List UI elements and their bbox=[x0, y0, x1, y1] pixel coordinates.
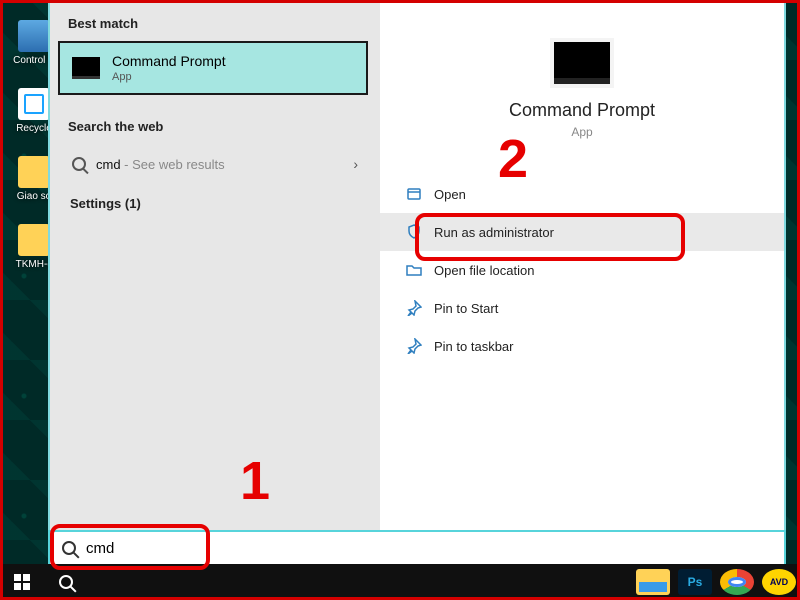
folder-1-icon bbox=[18, 156, 50, 188]
best-match-title: Command Prompt bbox=[112, 53, 226, 69]
search-icon bbox=[59, 575, 73, 589]
web-result-row[interactable]: cmd - See web results › bbox=[64, 146, 366, 182]
action-openloc[interactable]: Open file location bbox=[380, 251, 784, 289]
taskbar: Ps AVD bbox=[0, 564, 800, 600]
desktop-icon-label: Recycle bbox=[16, 123, 52, 134]
preview-title: Command Prompt bbox=[380, 100, 784, 121]
open-icon bbox=[406, 186, 422, 202]
action-label: Pin to taskbar bbox=[434, 339, 514, 354]
settings-group-row[interactable]: Settings (1) bbox=[68, 188, 362, 219]
action-pintaskbar[interactable]: Pin to taskbar bbox=[380, 327, 784, 365]
web-result-term: cmd bbox=[96, 157, 121, 172]
search-icon bbox=[62, 541, 76, 555]
search-results-column: Best match Command Prompt App Search the… bbox=[50, 2, 380, 540]
pin-icon bbox=[406, 338, 422, 354]
taskbar-search-button[interactable] bbox=[44, 564, 88, 600]
action-label: Open file location bbox=[434, 263, 534, 278]
chevron-right-icon: › bbox=[353, 156, 358, 172]
start-button[interactable] bbox=[0, 564, 44, 600]
pin-icon bbox=[406, 300, 422, 316]
folder-icon bbox=[406, 262, 422, 278]
desktop-icon-label: Giao so bbox=[17, 191, 51, 202]
preview-action-list: Open Run as administrator Open file locati… bbox=[380, 175, 784, 365]
recycle-bin-icon bbox=[18, 88, 50, 120]
best-match-subtitle: App bbox=[112, 71, 226, 83]
shield-icon bbox=[406, 224, 422, 240]
best-match-text: Command Prompt App bbox=[112, 53, 226, 83]
settings-group-label: Settings (1) bbox=[70, 196, 141, 211]
preview-app-icon bbox=[554, 42, 610, 84]
taskbar-app-explorer[interactable] bbox=[636, 569, 670, 595]
best-match-result[interactable]: Command Prompt App bbox=[58, 41, 368, 95]
web-result-hint: - See web results bbox=[121, 157, 225, 172]
action-label: Pin to Start bbox=[434, 301, 498, 316]
action-label: Open bbox=[434, 187, 466, 202]
taskbar-app-avd[interactable]: AVD bbox=[762, 569, 796, 595]
taskbar-app-photoshop[interactable]: Ps bbox=[678, 569, 712, 595]
action-runadmin[interactable]: Run as administrator bbox=[380, 213, 784, 251]
search-input[interactable] bbox=[86, 540, 772, 557]
control-panel-icon bbox=[18, 20, 50, 52]
action-pinstart[interactable]: Pin to Start bbox=[380, 289, 784, 327]
preview-subtitle: App bbox=[380, 125, 784, 139]
cmd-icon bbox=[72, 57, 100, 79]
taskbar-search-box[interactable] bbox=[48, 530, 786, 566]
best-match-heading: Best match bbox=[50, 2, 380, 41]
result-preview-pane: Command Prompt App Open Run as administra… bbox=[380, 2, 784, 540]
search-web-heading: Search the web bbox=[50, 105, 380, 144]
start-search-panel: Best match Command Prompt App Search the… bbox=[48, 0, 786, 542]
action-open[interactable]: Open bbox=[380, 175, 784, 213]
folder-2-icon bbox=[18, 224, 50, 256]
desktop-icon-label: TKMH-c bbox=[16, 259, 53, 270]
search-icon bbox=[72, 157, 86, 171]
action-label: Run as administrator bbox=[434, 225, 554, 240]
taskbar-app-chrome[interactable] bbox=[720, 569, 754, 595]
